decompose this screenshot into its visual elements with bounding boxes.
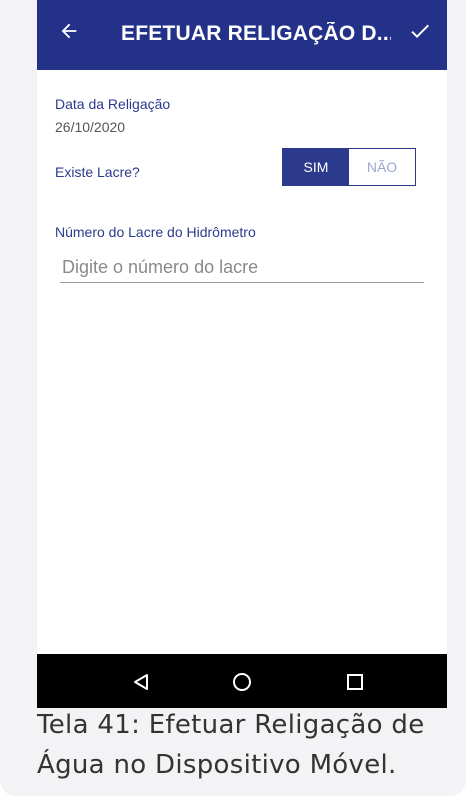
nav-back-icon — [134, 674, 148, 690]
meter-seal-label: Número do Lacre do Hidrômetro — [55, 224, 256, 240]
caption-line-1: Tela 41: Efetuar Religação de — [37, 710, 425, 740]
page-title: EFETUAR RELIGAÇÃO D... — [121, 22, 391, 45]
seal-no-button[interactable]: NÃO — [349, 149, 415, 185]
meter-seal-input[interactable] — [60, 253, 424, 283]
app-bar: EFETUAR RELIGAÇÃO D... — [37, 0, 447, 70]
seal-question-label: Existe Lacre? — [55, 164, 140, 180]
nav-recents-button[interactable] — [341, 668, 369, 696]
confirm-button[interactable] — [405, 19, 435, 49]
figure-card: EFETUAR RELIGAÇÃO D... Data da Religação… — [0, 0, 466, 796]
check-icon — [411, 24, 429, 38]
nav-home-icon — [233, 673, 251, 691]
date-label: Data da Religação — [55, 96, 171, 112]
date-value: 26/10/2020 — [55, 119, 126, 135]
phone-screen: EFETUAR RELIGAÇÃO D... Data da Religação… — [37, 0, 447, 708]
arrow-left-icon — [61, 23, 77, 39]
back-button[interactable] — [55, 20, 83, 48]
nav-recents-icon — [347, 674, 363, 690]
caption-line-2: Água no Dispositivo Móvel. — [37, 750, 397, 780]
nav-back-button[interactable] — [127, 668, 155, 696]
android-nav-bar — [37, 654, 447, 708]
seal-toggle: SIM NÃO — [282, 148, 416, 186]
nav-home-button[interactable] — [228, 668, 256, 696]
seal-yes-button[interactable]: SIM — [283, 149, 349, 185]
